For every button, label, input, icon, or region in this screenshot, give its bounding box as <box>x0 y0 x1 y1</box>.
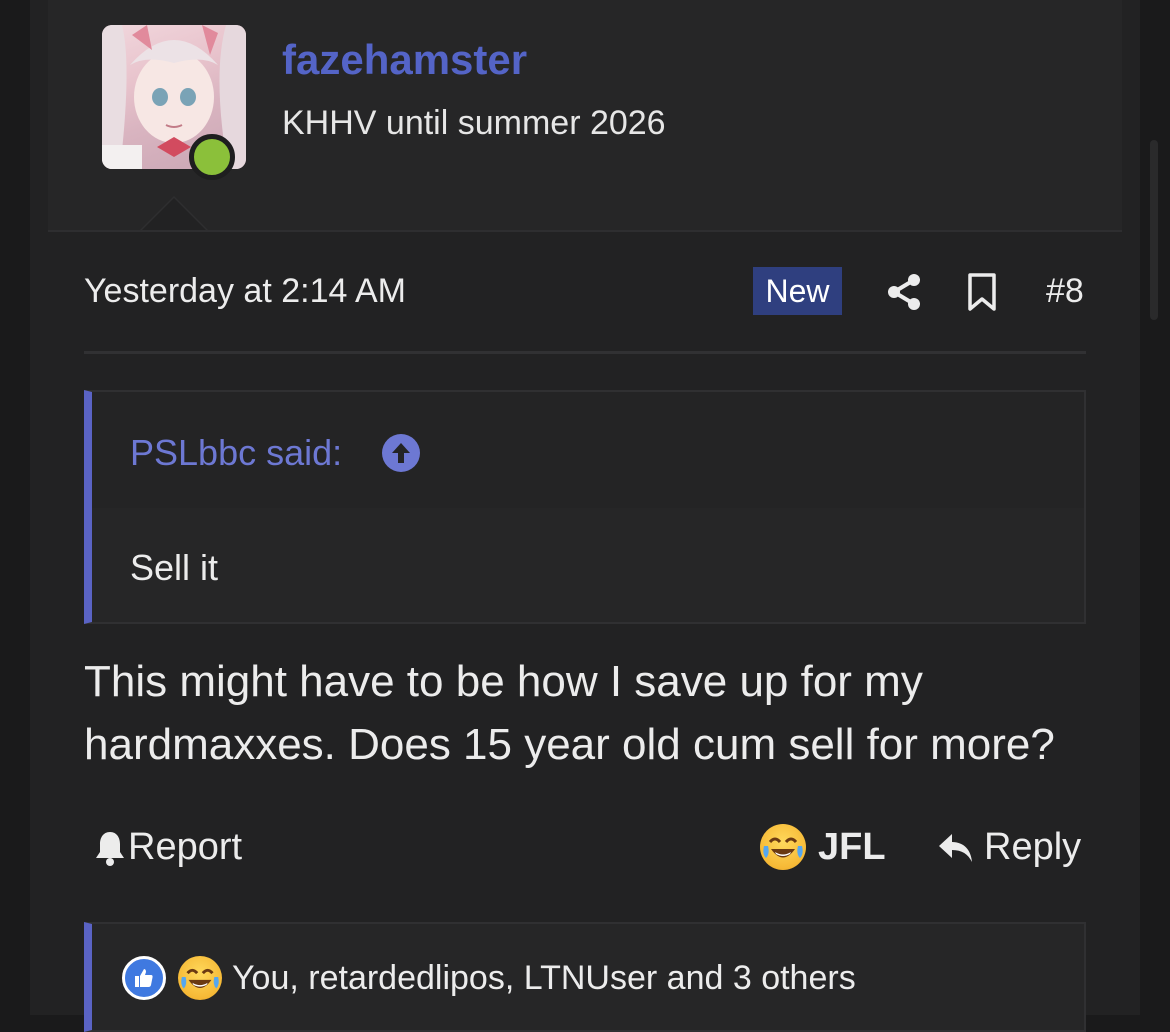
new-badge: New <box>753 267 842 315</box>
reaction-button[interactable]: JFL <box>760 824 886 870</box>
reaction-list[interactable]: You, retardedlipos, LTNUser and 3 others <box>122 956 856 1000</box>
quote-author[interactable]: PSLbbc said: <box>130 432 342 474</box>
forum-post: fazehamster KHHV until summer 2026 Yeste… <box>30 0 1140 1032</box>
username-link[interactable]: fazehamster <box>282 36 527 84</box>
post-timestamp[interactable]: Yesterday at 2:14 AM <box>84 272 406 311</box>
quote-block: PSLbbc said: Sell it <box>84 390 1086 624</box>
tears-of-joy-icon <box>178 956 222 1000</box>
report-button[interactable]: Report <box>92 826 242 869</box>
post-actions: Report JFL Reply <box>84 820 1086 880</box>
bell-icon <box>96 831 124 866</box>
quote-body: Sell it <box>130 547 219 588</box>
reply-label: Reply <box>984 826 1082 868</box>
arrow-up-circle-icon[interactable] <box>382 434 420 472</box>
reply-button[interactable]: Reply <box>936 826 1081 869</box>
page-scrollbar[interactable] <box>1150 140 1158 320</box>
reaction-summary[interactable]: You, retardedlipos, LTNUser and 3 others <box>232 959 856 998</box>
post-meta: Yesterday at 2:14 AM New #8 <box>84 266 1086 316</box>
divider <box>84 351 1086 354</box>
user-title: KHHV until summer 2026 <box>282 104 666 142</box>
user-block: fazehamster KHHV until summer 2026 <box>48 0 1122 232</box>
share-icon[interactable] <box>884 272 924 317</box>
reactions-bar[interactable]: You, retardedlipos, LTNUser and 3 others <box>84 922 1086 1032</box>
reply-icon <box>939 833 972 862</box>
like-icon <box>122 956 166 1000</box>
user-block-arrow <box>142 198 206 230</box>
bookmark-icon[interactable] <box>964 272 1000 317</box>
post-message: This might have to be how I save up for … <box>84 657 1055 769</box>
quote-header: PSLbbc said: <box>92 392 1084 508</box>
reaction-label: JFL <box>818 825 886 868</box>
post-number-link[interactable]: #8 <box>1046 272 1084 311</box>
tears-of-joy-icon <box>760 824 806 870</box>
online-status-indicator <box>189 134 235 180</box>
report-label: Report <box>128 826 243 868</box>
